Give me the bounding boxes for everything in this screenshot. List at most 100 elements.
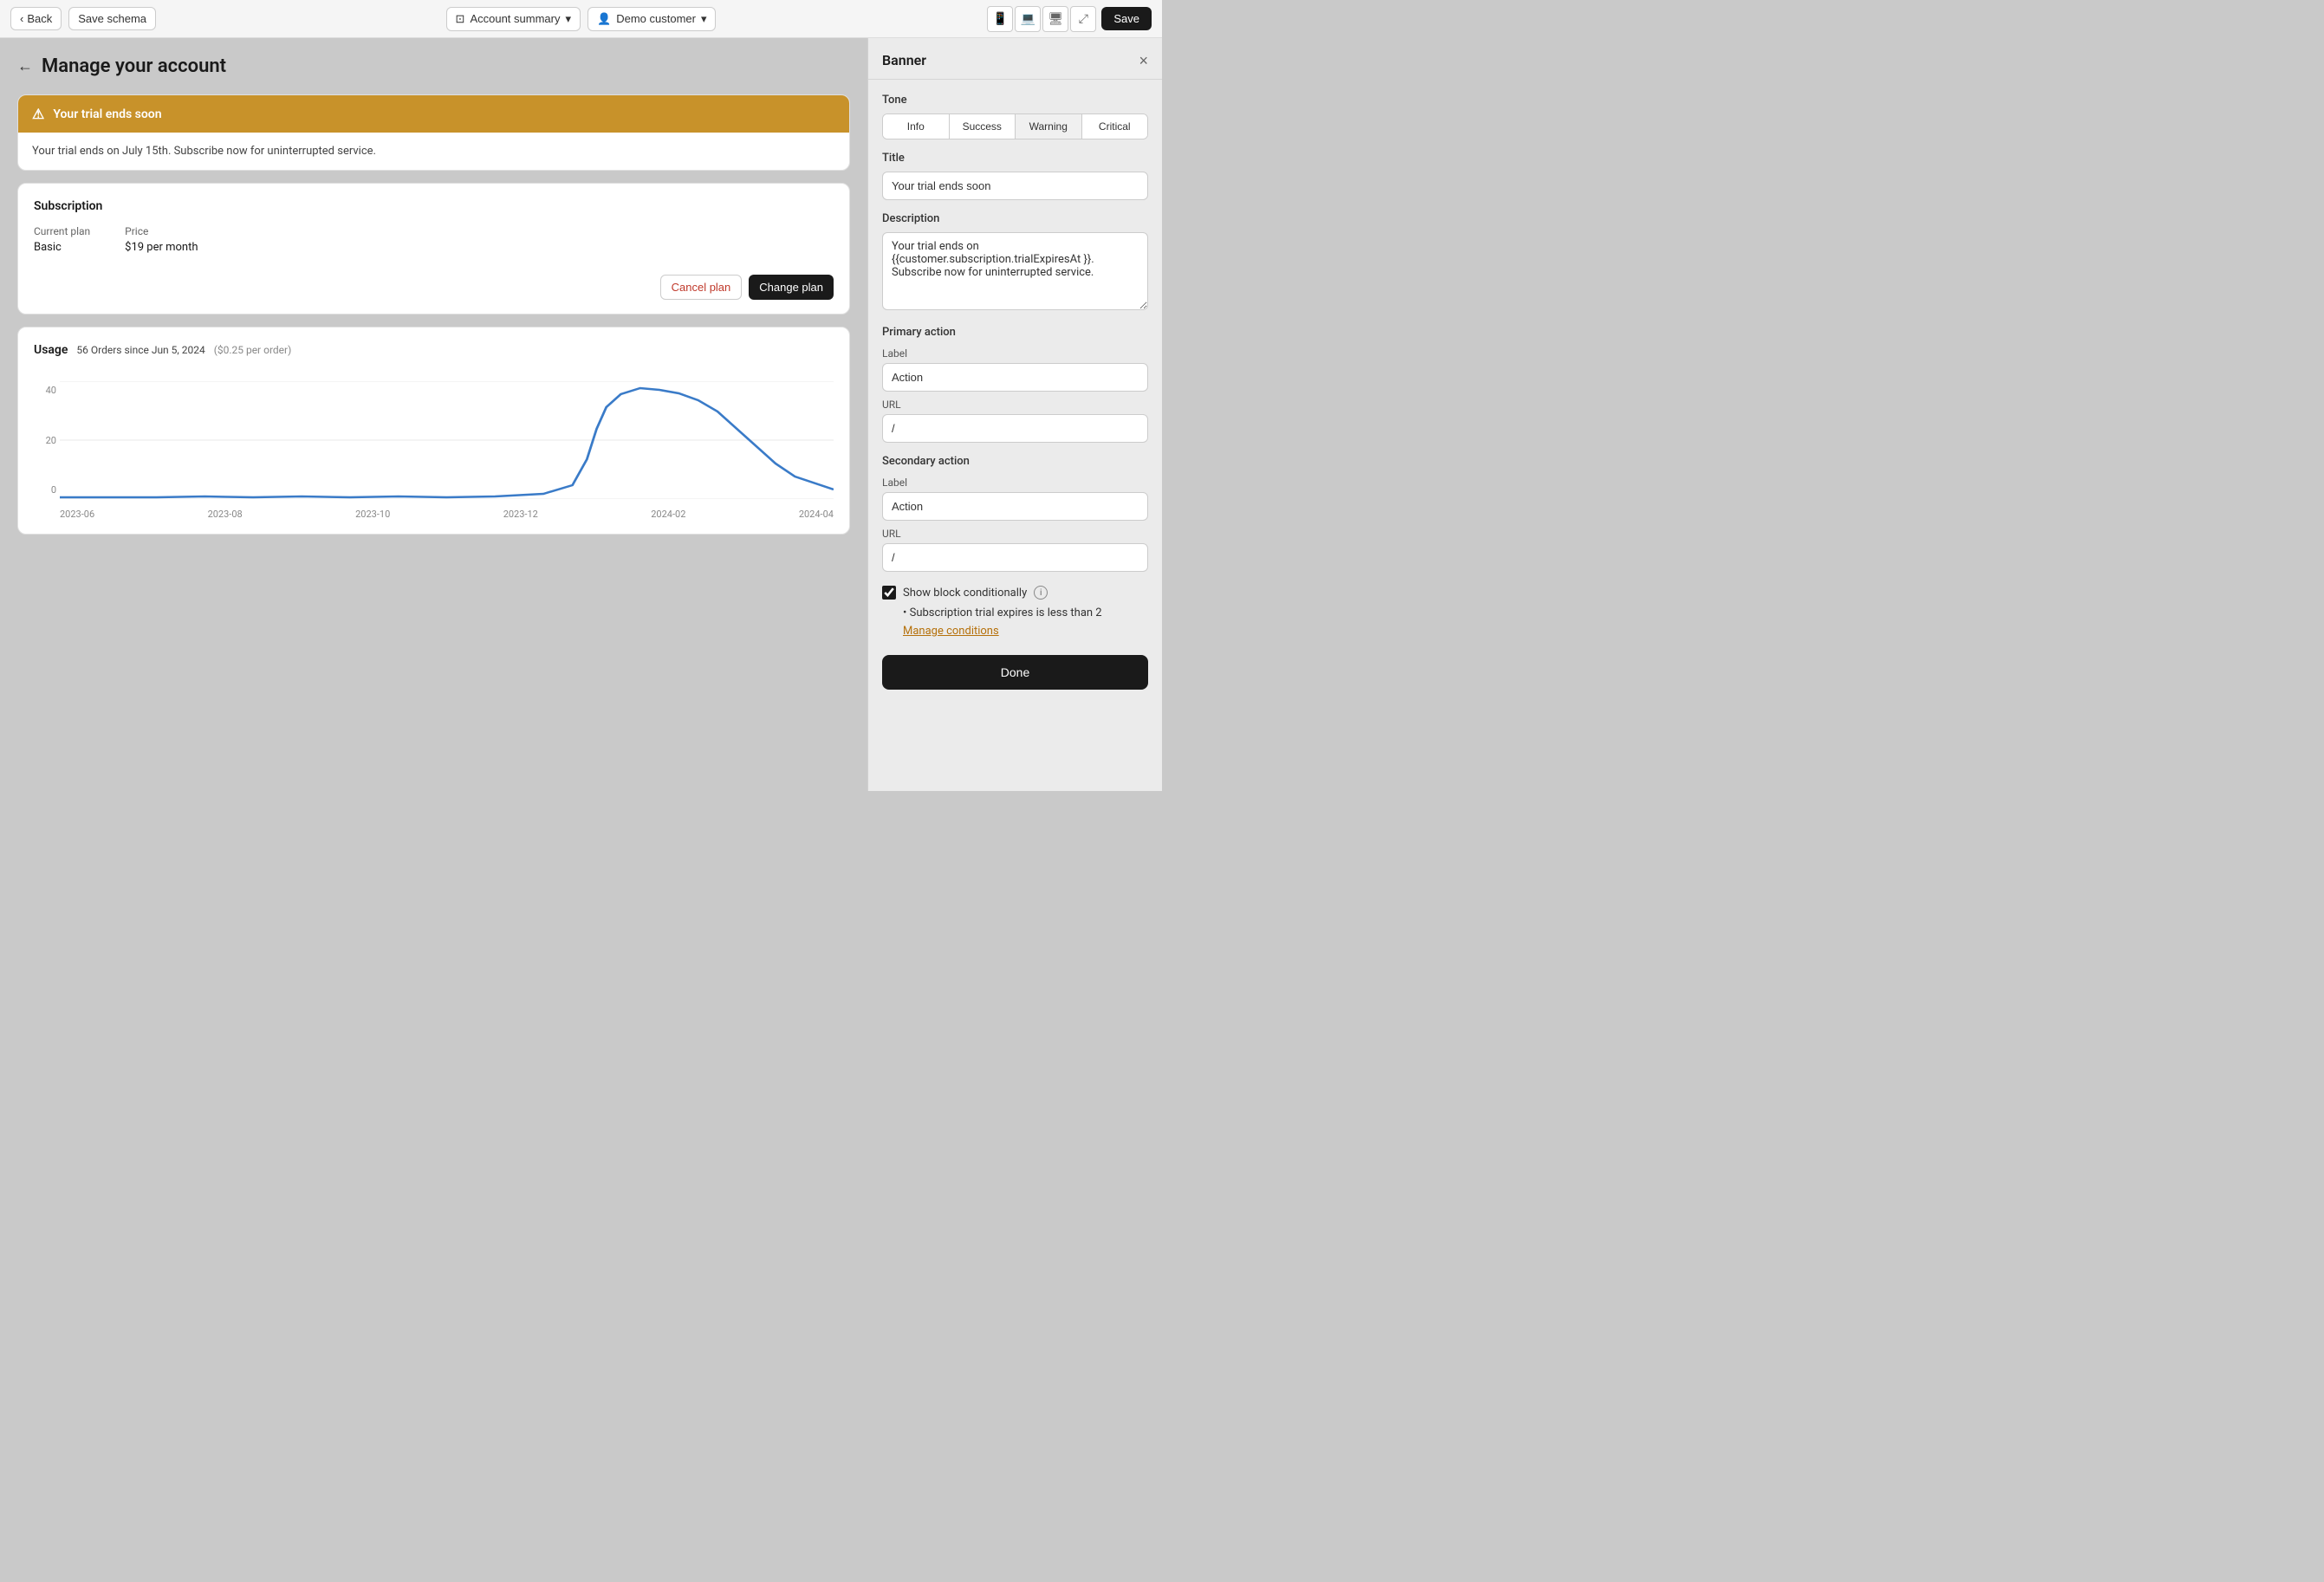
page-title: Manage your account <box>42 55 226 77</box>
x-axis: 2023-06 2023-08 2023-10 2023-12 2024-02 … <box>60 509 834 520</box>
usage-card: Usage 56 Orders since Jun 5, 2024 ($0.25… <box>17 327 850 535</box>
banner-body-text: Your trial ends on July 15th. Subscribe … <box>32 145 376 158</box>
primary-label-input[interactable] <box>882 363 1148 392</box>
left-panel: ← Manage your account ⚠ Your trial ends … <box>0 38 867 791</box>
manage-conditions-link[interactable]: Manage conditions <box>903 625 1148 638</box>
person-icon: 👤 <box>597 12 611 26</box>
panel-content: Tone Info Success Warning Critical Title… <box>868 80 1162 791</box>
secondary-url-input[interactable] <box>882 543 1148 572</box>
usage-price-per-order: ($0.25 per order) <box>214 344 292 356</box>
tone-critical-button[interactable]: Critical <box>1082 114 1148 139</box>
account-summary-dropdown[interactable]: ⊡ Account summary ▾ <box>446 7 581 31</box>
view-toggle-group: 📱 💻 🖥 ⤢ <box>987 6 1096 32</box>
condition-item-1: • Subscription trial expires is less tha… <box>903 606 1148 619</box>
secondary-label-input[interactable] <box>882 492 1148 521</box>
account-summary-icon: ⊡ <box>456 12 465 26</box>
change-plan-button[interactable]: Change plan <box>749 275 834 300</box>
fullscreen-icon: ⤢ <box>1079 11 1088 26</box>
line-chart-svg <box>60 381 834 499</box>
tone-info-button[interactable]: Info <box>883 114 950 139</box>
x-label-5: 2024-02 <box>651 509 685 520</box>
secondary-url-sublabel: URL <box>882 528 1148 540</box>
banner-body: Your trial ends on July 15th. Subscribe … <box>18 133 849 170</box>
usage-title: Usage <box>34 343 68 357</box>
demo-customer-dropdown[interactable]: 👤 Demo customer ▾ <box>587 7 716 31</box>
back-label: Back <box>27 12 52 25</box>
y-axis: 40 20 0 <box>34 381 56 499</box>
secondary-label-sublabel: Label <box>882 477 1148 489</box>
back-button[interactable]: ‹ Back <box>10 7 62 30</box>
secondary-action-section: Secondary action Label URL <box>882 455 1148 572</box>
account-summary-label: Account summary <box>470 12 560 25</box>
panel-close-button[interactable]: × <box>1139 53 1148 68</box>
mobile-view-button[interactable]: 📱 <box>987 6 1013 32</box>
info-icon[interactable]: i <box>1034 586 1048 600</box>
usage-card-body: Usage 56 Orders since Jun 5, 2024 ($0.25… <box>18 327 849 534</box>
save-schema-button[interactable]: Save schema <box>68 7 156 30</box>
topbar-right: 📱 💻 🖥 ⤢ Save <box>723 6 1152 32</box>
desktop-icon: 🖥 <box>1048 11 1063 26</box>
done-button[interactable]: Done <box>882 655 1148 690</box>
condition-text: Subscription trial expires is less than … <box>910 606 1102 619</box>
desktop-view-button[interactable]: 🖥 <box>1042 6 1068 32</box>
price-value: $19 per month <box>125 241 198 254</box>
tablet-view-button[interactable]: 💻 <box>1015 6 1041 32</box>
tone-success-button[interactable]: Success <box>950 114 1016 139</box>
tone-group: Info Success Warning Critical <box>882 113 1148 139</box>
x-label-4: 2023-12 <box>503 509 538 520</box>
usage-chart-container: 40 20 0 <box>34 381 834 520</box>
change-plan-label: Change plan <box>759 281 823 294</box>
tone-label: Tone <box>882 94 1148 107</box>
secondary-action-title: Secondary action <box>882 455 1148 468</box>
page-header: ← Manage your account <box>17 55 850 77</box>
primary-action-section: Primary action Label URL <box>882 326 1148 443</box>
x-label-2: 2023-08 <box>208 509 243 520</box>
chevron-down-icon-2: ▾ <box>701 12 707 26</box>
topbar: ‹ Back Save schema ⊡ Account summary ▾ 👤… <box>0 0 1162 38</box>
x-label-6: 2024-04 <box>799 509 834 520</box>
usage-header: Usage 56 Orders since Jun 5, 2024 ($0.25… <box>34 343 834 369</box>
current-plan-col: Current plan Basic <box>34 225 90 254</box>
y-label-0: 0 <box>34 484 56 496</box>
current-plan-value: Basic <box>34 241 62 254</box>
subscription-card-body: Subscription Current plan Basic Price $1… <box>18 184 849 314</box>
x-label-3: 2023-10 <box>355 509 390 520</box>
panel-title: Banner <box>882 52 926 68</box>
topbar-left: ‹ Back Save schema <box>10 7 439 30</box>
primary-action-title: Primary action <box>882 326 1148 339</box>
show-conditional-label: Show block conditionally <box>903 587 1027 600</box>
warning-triangle-icon: ⚠ <box>32 106 44 122</box>
subscription-card: Subscription Current plan Basic Price $1… <box>17 183 850 314</box>
main-layout: ← Manage your account ⚠ Your trial ends … <box>0 38 1162 791</box>
cancel-plan-label: Cancel plan <box>672 281 731 294</box>
demo-customer-label: Demo customer <box>616 12 696 25</box>
back-arrow-icon: ‹ <box>20 12 23 25</box>
show-conditional-checkbox[interactable] <box>882 586 896 600</box>
primary-label-sublabel: Label <box>882 347 1148 360</box>
title-input[interactable] <box>882 172 1148 200</box>
subscription-title: Subscription <box>34 199 834 213</box>
y-label-40: 40 <box>34 385 56 396</box>
subscription-row: Current plan Basic Price $19 per month <box>34 225 834 254</box>
done-label: Done <box>1001 665 1029 679</box>
tone-warning-button[interactable]: Warning <box>1016 114 1082 139</box>
show-conditional-row: Show block conditionally i <box>882 586 1148 600</box>
x-label-1: 2023-06 <box>60 509 94 520</box>
save-schema-label: Save schema <box>78 12 146 25</box>
price-col: Price $19 per month <box>125 225 198 254</box>
subscription-actions: Cancel plan Change plan <box>34 268 834 300</box>
save-button[interactable]: Save <box>1101 7 1152 30</box>
chevron-down-icon: ▾ <box>565 12 571 26</box>
description-textarea[interactable]: Your trial ends on {{customer.subscripti… <box>882 232 1148 310</box>
y-label-20: 20 <box>34 435 56 446</box>
topbar-center: ⊡ Account summary ▾ 👤 Demo customer ▾ <box>446 7 717 31</box>
save-label: Save <box>1113 12 1139 25</box>
primary-url-input[interactable] <box>882 414 1148 443</box>
tablet-icon: 💻 <box>1021 11 1035 26</box>
conditions-list: • Subscription trial expires is less tha… <box>903 606 1148 619</box>
page-back-arrow-icon[interactable]: ← <box>17 57 33 75</box>
cancel-plan-button[interactable]: Cancel plan <box>660 275 743 300</box>
primary-url-sublabel: URL <box>882 399 1148 411</box>
chart-area <box>60 381 834 499</box>
fullscreen-view-button[interactable]: ⤢ <box>1070 6 1096 32</box>
